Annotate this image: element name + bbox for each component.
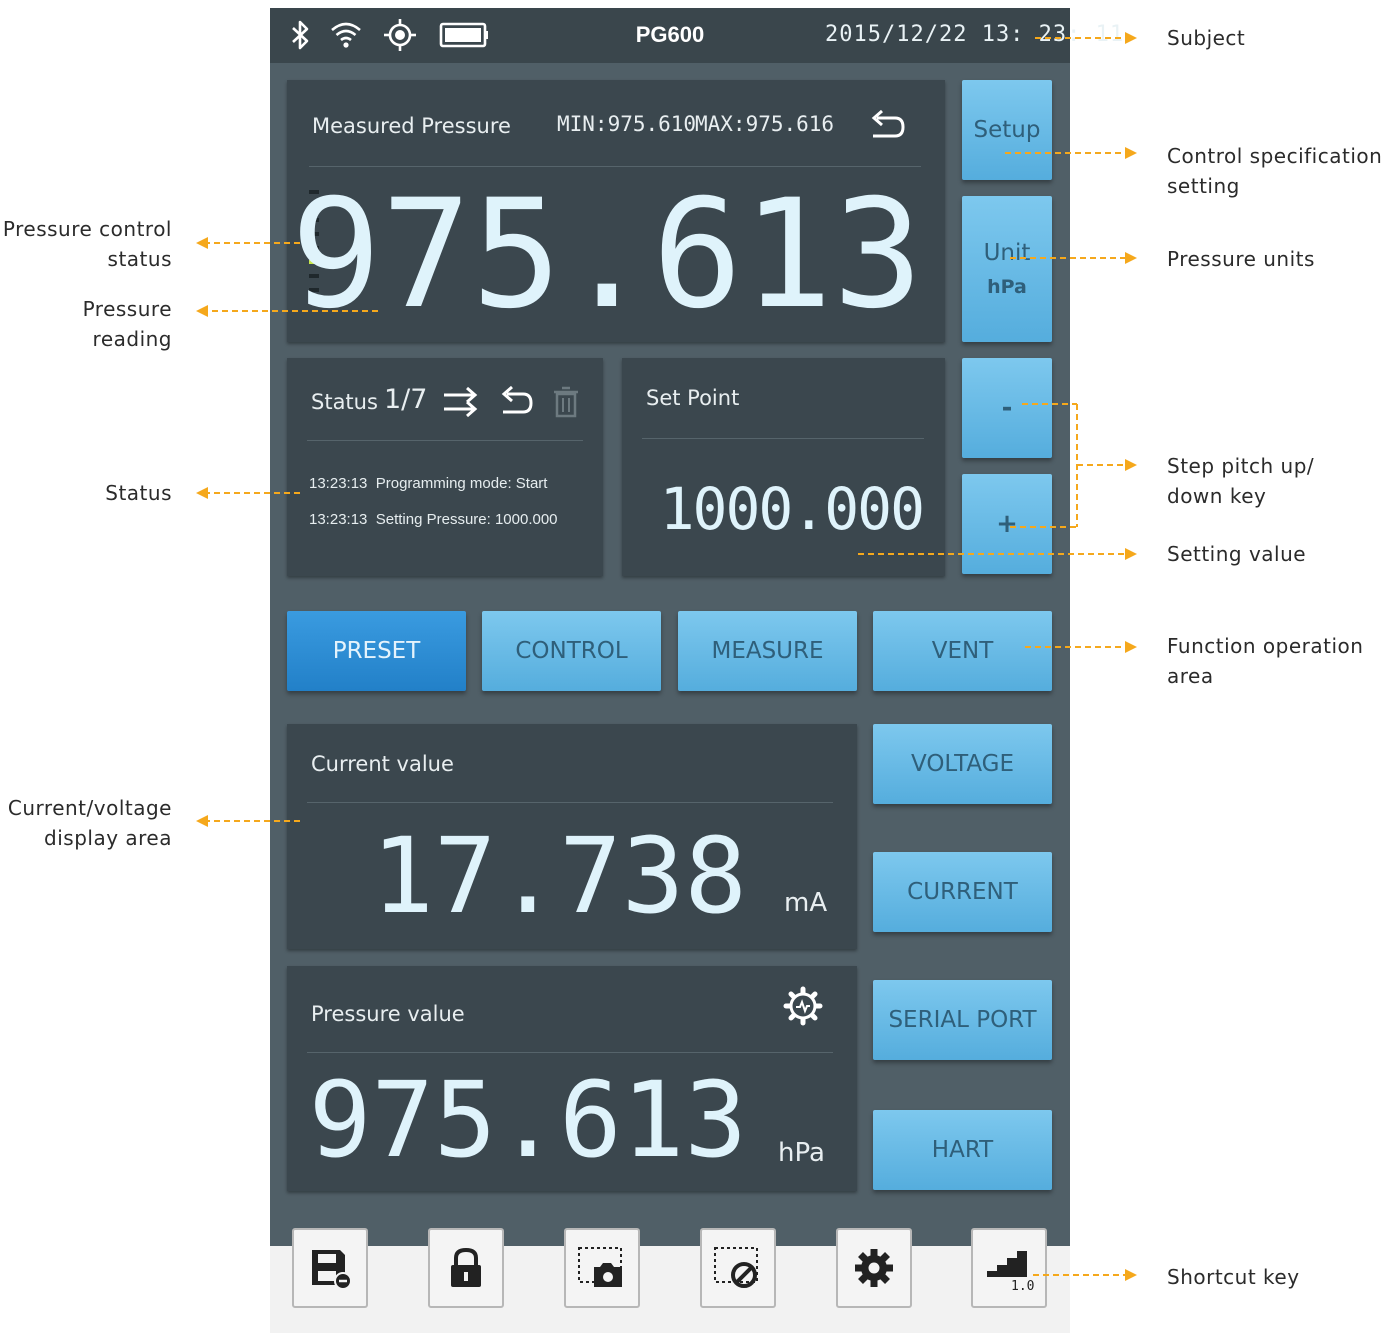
divider	[309, 166, 921, 167]
pressure-value: 975.613	[308, 1059, 747, 1181]
step-level-icon: 1.0	[987, 1251, 1034, 1293]
callout-shortcut-key: Shortcut key	[1167, 1265, 1300, 1289]
divider	[642, 438, 924, 439]
vent-button[interactable]: VENT	[873, 611, 1052, 691]
callout-line: Control specification	[1167, 144, 1383, 168]
step-up-button[interactable]: +	[962, 474, 1052, 574]
measure-button[interactable]: MEASURE	[678, 611, 857, 691]
pressure-value-label: Pressure value	[311, 1002, 465, 1026]
callout-subject: Subject	[1167, 26, 1246, 50]
callout-pressure-control-status: Pressure control status	[3, 214, 172, 274]
callout-line: Function operation	[1167, 634, 1364, 658]
lock-icon	[451, 1247, 481, 1287]
current-value: 17.738	[371, 815, 747, 937]
preset-button[interactable]: PRESET	[287, 611, 466, 691]
callout-line: area	[1167, 664, 1214, 688]
current-value-label: Current value	[311, 752, 454, 776]
current-button[interactable]: CURRENT	[873, 852, 1052, 932]
transfer-icon[interactable]	[441, 384, 481, 420]
divider	[307, 802, 833, 803]
pressure-value-panel: Pressure value 975.613 hPa	[287, 966, 857, 1191]
status-label: Status	[311, 390, 378, 414]
cancel-screen-button[interactable]	[700, 1228, 776, 1308]
callout-control-spec: Control specification setting	[1167, 141, 1382, 201]
device-screen: PG600 2015/12/22 13: 23: 11 Measured Pre…	[270, 8, 1125, 1333]
unit-label: Unit	[983, 240, 1031, 266]
step-down-button[interactable]: -	[962, 358, 1052, 458]
callout-line: Step pitch up/	[1167, 454, 1315, 478]
step-level-label: 1.0	[1011, 1279, 1034, 1293]
cancel-screen-icon	[714, 1247, 758, 1288]
settings-button[interactable]	[836, 1228, 912, 1308]
shortcut-bar	[270, 1246, 1070, 1333]
status-log-entry: 13:23:13 Programming mode: Start	[309, 475, 547, 492]
save-data-button[interactable]	[292, 1228, 368, 1308]
screenshot-button[interactable]	[564, 1228, 640, 1308]
status-panel: Status 1/7 13:23:13 Programming mode: St…	[287, 358, 603, 576]
pressure-unit: hPa	[778, 1138, 825, 1168]
serial-port-button[interactable]: SERIAL PORT	[873, 980, 1052, 1060]
hart-button[interactable]: HART	[873, 1110, 1052, 1190]
setup-button[interactable]: Setup	[962, 80, 1052, 180]
unit-value: hPa	[987, 276, 1027, 298]
callout-current-voltage: Current/voltage display area	[8, 793, 172, 853]
divider	[307, 1052, 833, 1053]
set-point-panel: Set Point 1000.000	[622, 358, 945, 576]
max-value: MAX:975.616	[695, 112, 835, 136]
status-log-entry: 13:23:13 Setting Pressure: 1000.000	[309, 511, 558, 528]
datetime: 2015/12/22 13: 23: 11	[825, 22, 1125, 47]
settings-icon	[855, 1249, 893, 1287]
log-time: 13:23:13	[309, 511, 368, 528]
gps-icon	[384, 19, 416, 51]
trash-icon[interactable]	[551, 384, 581, 420]
measured-pressure-panel: Measured Pressure MIN:975.610 MAX:975.61…	[287, 80, 945, 342]
undo-icon[interactable]	[497, 384, 537, 420]
set-point-value[interactable]: 1000.000	[660, 480, 925, 538]
divider	[307, 440, 583, 441]
wifi-icon	[331, 22, 361, 48]
step-level-button[interactable]: 1.0	[971, 1228, 1047, 1308]
callout-step-pitch: Step pitch up/ down key	[1167, 451, 1314, 511]
lock-button[interactable]	[428, 1228, 504, 1308]
callout-line: Pressure control	[2, 217, 172, 241]
screenshot-icon	[578, 1247, 622, 1287]
current-unit: mA	[784, 888, 828, 918]
callout-line: Current/voltage	[7, 796, 172, 820]
pressure-settings-gear-icon[interactable]	[783, 986, 823, 1026]
callout-line: status	[107, 247, 172, 271]
current-value-panel: Current value 17.738 mA	[287, 724, 857, 949]
callout-line: down key	[1167, 484, 1267, 508]
reset-minmax-icon[interactable]	[867, 108, 907, 144]
callout-pressure-units: Pressure units	[1167, 247, 1315, 271]
log-text: Setting Pressure: 1000.000	[375, 511, 558, 528]
device-title: PG600	[635, 22, 705, 47]
status-bar: PG600 2015/12/22 13: 23: 11	[270, 8, 1125, 63]
callout-line: setting	[1167, 174, 1240, 198]
callout-status: Status	[105, 481, 172, 505]
callout-line: display area	[44, 826, 172, 850]
save-data-icon	[312, 1250, 352, 1290]
min-value: MIN:975.610	[557, 112, 697, 136]
unit-button[interactable]: Unit hPa	[962, 196, 1052, 342]
bluetooth-icon	[292, 20, 309, 50]
measured-pressure-label: Measured Pressure	[312, 114, 511, 138]
control-button[interactable]: CONTROL	[482, 611, 661, 691]
voltage-button[interactable]: VOLTAGE	[873, 724, 1052, 804]
callout-function-area: Function operation area	[1167, 631, 1363, 691]
battery-icon	[439, 22, 488, 48]
status-page: 1/7	[384, 384, 428, 415]
pressure-reading: 975.613	[290, 168, 923, 342]
log-text: Programming mode: Start	[375, 475, 548, 492]
callout-pressure-reading: Pressure reading	[82, 297, 172, 351]
set-point-label: Set Point	[646, 386, 740, 410]
callout-setting-value: Setting value	[1167, 542, 1307, 566]
log-time: 13:23:13	[309, 475, 368, 492]
